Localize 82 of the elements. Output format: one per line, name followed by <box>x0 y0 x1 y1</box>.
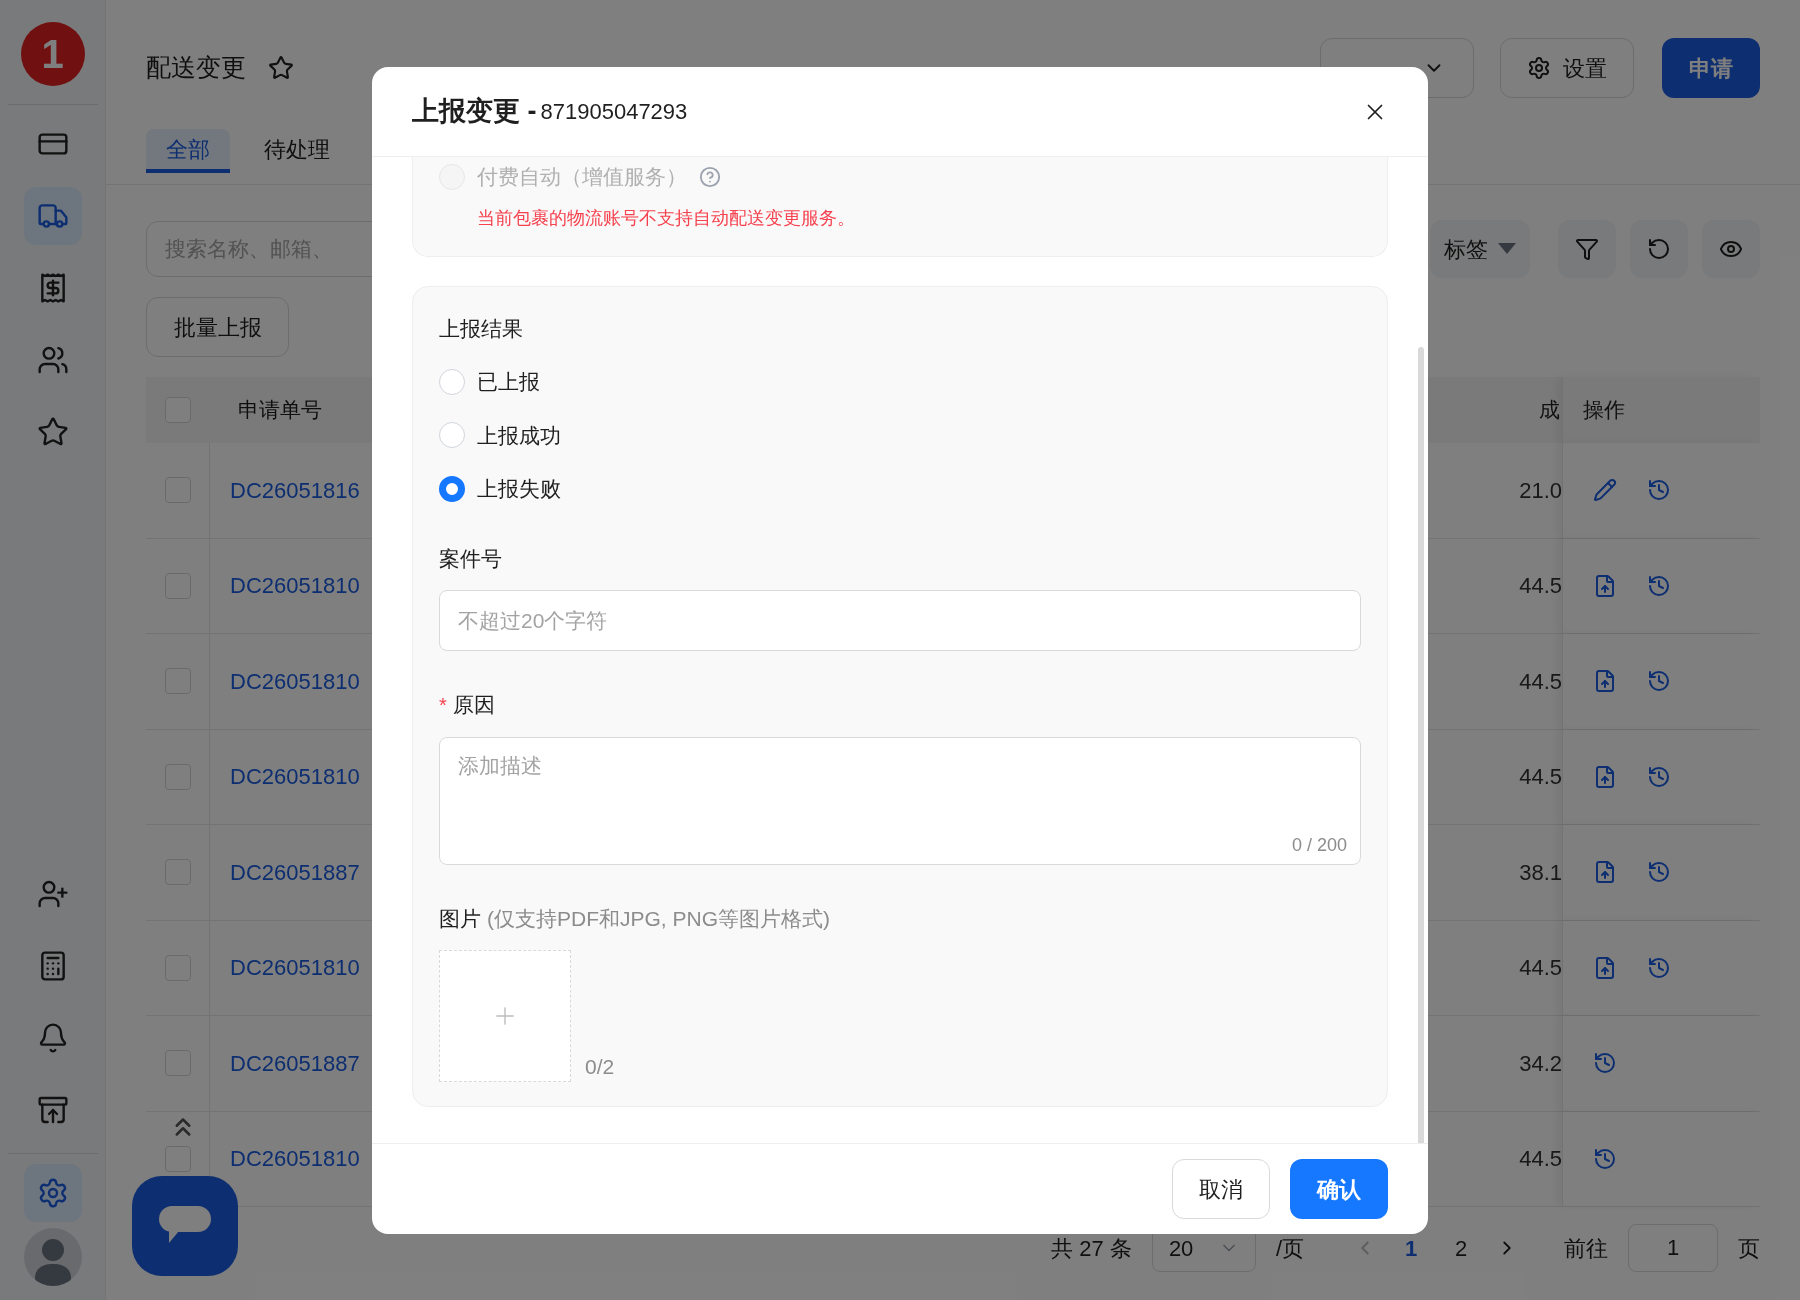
history-icon[interactable] <box>1647 478 1671 503</box>
confirm-button[interactable]: 确认 <box>1290 1159 1388 1219</box>
character-counter: 0 / 200 <box>1291 833 1347 857</box>
edit-icon[interactable] <box>1593 478 1617 503</box>
order-link[interactable]: DC26051887 <box>230 855 360 889</box>
tab[interactable]: 全部 <box>146 129 230 173</box>
filter-button[interactable] <box>1558 220 1616 278</box>
help-icon[interactable] <box>699 165 721 188</box>
column-header: 操作 <box>1583 397 1625 424</box>
file-upload-icon[interactable] <box>1593 860 1617 885</box>
order-link[interactable]: DC26051887 <box>230 1046 360 1080</box>
settings-icon <box>1527 56 1551 80</box>
goto-page-field[interactable]: 1 <box>1628 1224 1718 1272</box>
field-label: 上报结果 <box>439 315 524 342</box>
table-cell-text: 44.5 <box>1519 667 1562 696</box>
star-icon <box>36 416 69 448</box>
favorite-star-icon[interactable] <box>268 55 294 81</box>
chat-button[interactable] <box>132 1176 238 1276</box>
table-cell-text: 38.1 <box>1519 858 1562 887</box>
case-number-field[interactable]: 不超过20个字符 <box>439 590 1361 651</box>
column-header: 成 <box>1539 397 1560 424</box>
upload-counter: 0/2 <box>585 1053 615 1080</box>
batch-report-button[interactable]: 批量上报 <box>146 297 289 357</box>
radio-label: 上报失败 <box>477 476 561 502</box>
order-number: 871905047293 <box>540 98 688 126</box>
refresh-button[interactable] <box>1630 220 1688 278</box>
file-upload-icon[interactable] <box>1593 573 1617 598</box>
table-cell-text: 44.5 <box>1519 1145 1562 1174</box>
add-user-icon <box>36 878 69 910</box>
page-title: 配送变更 <box>146 52 246 84</box>
history-icon[interactable] <box>1647 669 1671 694</box>
file-upload-icon[interactable] <box>1593 669 1617 694</box>
table-cell-text: 34.2 <box>1519 1049 1562 1078</box>
archive-icon <box>36 1094 69 1126</box>
order-link[interactable]: DC26051810 <box>230 760 360 794</box>
field-hint: (仅支持PDF和JPG, PNG等图片格式) <box>487 905 830 932</box>
history-icon[interactable] <box>1647 573 1671 598</box>
app-logo[interactable]: 1 <box>20 22 85 86</box>
total-count: 共 27 条 <box>1051 1234 1132 1263</box>
history-icon[interactable] <box>1647 955 1671 980</box>
order-link[interactable]: DC26051810 <box>230 951 360 985</box>
required-asterisk: * <box>439 692 447 718</box>
history-icon[interactable] <box>1647 764 1671 789</box>
tab[interactable]: 待处理 <box>244 129 350 173</box>
caret-down-icon <box>1498 243 1516 255</box>
radio-button[interactable] <box>439 475 465 502</box>
order-link[interactable]: DC26051810 <box>230 664 360 698</box>
table-cell-text: 44.5 <box>1519 572 1562 601</box>
history-icon[interactable] <box>1593 1146 1617 1171</box>
file-upload-icon[interactable] <box>1593 955 1617 980</box>
order-link[interactable]: DC26051816 <box>230 473 360 507</box>
radio-label: 付费自动（增值服务） <box>477 164 687 190</box>
radio-label: 已上报 <box>477 369 540 395</box>
settings-nav-item[interactable] <box>23 1164 82 1222</box>
page-number[interactable]: 1 <box>1396 1231 1426 1265</box>
history-icon[interactable] <box>1593 1051 1617 1076</box>
goto-label: 前往 <box>1564 1234 1608 1263</box>
radio-label: 上报成功 <box>477 422 561 449</box>
filter-icon <box>1575 237 1599 261</box>
file-upload-icon[interactable] <box>1593 764 1617 789</box>
field-label: 图片 <box>439 905 481 932</box>
cancel-button[interactable]: 取消 <box>1172 1159 1270 1219</box>
field-label: 案件号 <box>439 545 503 572</box>
eye-button[interactable] <box>1702 220 1760 278</box>
page-unit-label: 页 <box>1738 1234 1760 1263</box>
order-link[interactable]: DC26051810 <box>230 1142 360 1176</box>
table-cell-text: 44.5 <box>1519 954 1562 983</box>
apply-button[interactable]: 申请 <box>1662 38 1760 98</box>
column-header: 申请单号 <box>238 397 322 424</box>
field-label: 原因 <box>452 692 495 718</box>
dialog-title: 上报变更 - <box>412 95 537 129</box>
history-icon[interactable] <box>1647 860 1671 885</box>
table-cell-text: 44.5 <box>1519 763 1562 792</box>
truck-nav-item[interactable] <box>23 187 82 245</box>
order-link[interactable]: DC26051810 <box>230 569 360 603</box>
users-icon <box>36 344 69 376</box>
per-page-label: /页 <box>1275 1234 1304 1263</box>
refresh-icon <box>1647 237 1671 261</box>
table-cell-text: 21.0 <box>1519 476 1562 505</box>
page-number[interactable]: 2 <box>1446 1231 1476 1265</box>
settings-button[interactable]: 设置 <box>1500 38 1634 98</box>
tag-filter-dropdown[interactable]: 标签 <box>1430 220 1530 278</box>
